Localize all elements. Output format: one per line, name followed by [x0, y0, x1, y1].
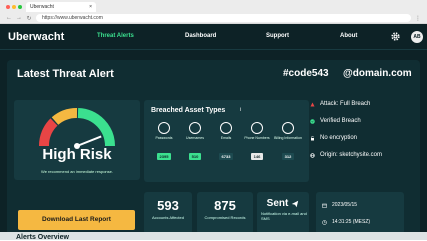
status-attack-label: Attack: Full Breach [320, 101, 371, 107]
breached-assets-card: Breached Asset Types i Passwords 2395 User… [144, 100, 309, 182]
status-encryption-label: No encryption [320, 135, 358, 141]
brand-logo[interactable]: Uberwacht [8, 31, 64, 43]
asset-item[interactable]: Usernames 510 [181, 122, 209, 163]
time-row: 14:31:25 (MESZ) [322, 219, 370, 225]
download-report-button[interactable]: Download Last Report [18, 210, 135, 230]
address-bar[interactable]: https://www.uberwacht.com [36, 14, 411, 22]
status-verified: Verified Breach [310, 118, 361, 124]
address-row: ← → ↻ https://www.uberwacht.com ⋮ [0, 12, 427, 24]
users-icon [189, 122, 201, 134]
threat-alert-panel: Latest Threat Alert #code543 @domain.com… [7, 60, 420, 238]
asset-label: Phone Numbers [244, 136, 270, 140]
globe-icon [310, 152, 315, 158]
send-icon [292, 200, 299, 207]
asset-count-badge: 2395 [156, 153, 172, 160]
browser-chrome: Uberwacht × ← → ↻ https://www.uberwacht.… [0, 0, 427, 24]
nav-support[interactable]: Support [266, 33, 289, 39]
top-nav: Uberwacht Threat Alerts Dashboard Suppor… [0, 24, 427, 50]
asset-count-badge: 510 [188, 153, 202, 160]
gauge-segment-red [38, 118, 58, 147]
assets-title: Breached Asset Types [151, 107, 226, 114]
gauge-segment-yellow [51, 108, 78, 125]
gauge-needle [76, 135, 102, 147]
status-encryption: No encryption [310, 135, 357, 141]
asset-label: Usernames [186, 136, 204, 140]
compromised-records-card: 875 Compromised Records [197, 192, 253, 234]
risk-level: High Risk [42, 146, 112, 163]
asset-count-badge: 6733 [218, 153, 234, 160]
nav-dashboard[interactable]: Dashboard [185, 33, 216, 39]
user-avatar[interactable]: AB [411, 31, 423, 43]
compromised-records-value: 875 [214, 198, 236, 213]
gear-icon[interactable] [390, 31, 401, 42]
info-icon[interactable]: i [237, 107, 244, 114]
back-icon[interactable]: ← [6, 15, 12, 21]
browser-tab-bar: Uberwacht × [0, 0, 427, 12]
sent-row: Sent [257, 198, 309, 209]
maximize-window-button[interactable] [18, 5, 22, 9]
check-icon [310, 118, 315, 124]
status-attack: Attack: Full Breach [310, 101, 370, 107]
risk-gauge-card: High Risk We recommend an immediate resp… [14, 100, 140, 180]
phone-icon [251, 122, 263, 134]
status-origin-label: Origin: sketchysite.com [320, 152, 383, 158]
alerts-overview-section: Alerts Overview [0, 232, 427, 241]
compromised-records-label: Compromised Records [204, 215, 246, 220]
close-tab-icon[interactable]: × [89, 4, 92, 10]
alert-time: 14:31:25 (MESZ) [332, 219, 371, 225]
accounts-affected-card: 593 Accounts Affected [144, 192, 192, 234]
calendar-icon [322, 203, 327, 208]
app: Uberwacht Threat Alerts Dashboard Suppor… [0, 24, 427, 241]
clock-icon [322, 219, 327, 225]
accounts-affected-value: 593 [157, 198, 179, 213]
status-origin: Origin: sketchysite.com [310, 152, 382, 158]
asset-count-badge: 312 [281, 153, 295, 160]
asset-count-badge: 146 [250, 153, 264, 160]
date-row: 2023/05/15 [322, 202, 357, 208]
alert-domain: @domain.com [343, 68, 412, 79]
panel-title: Latest Threat Alert [17, 68, 114, 80]
mail-icon [220, 122, 232, 134]
warning-icon [310, 102, 315, 106]
status-verified-label: Verified Breach [320, 118, 361, 124]
notification-label: Notification via e-mail and SMS [261, 211, 307, 221]
close-window-button[interactable] [6, 5, 10, 9]
browser-tab[interactable]: Uberwacht × [26, 2, 96, 12]
reload-icon[interactable]: ↻ [26, 15, 32, 22]
asset-label: Passwords [155, 136, 173, 140]
forward-icon[interactable]: → [16, 15, 22, 21]
notification-card: Sent Notification via e-mail and SMS [257, 192, 309, 234]
asset-label: Emails [220, 136, 232, 140]
alert-code: #code543 [283, 68, 329, 79]
key-icon [158, 122, 170, 134]
window-controls [6, 5, 22, 9]
asset-item[interactable]: Phone Numbers 146 [243, 122, 271, 163]
minimize-window-button[interactable] [12, 5, 16, 9]
browser-menu-icon[interactable]: ⋮ [415, 15, 421, 22]
asset-label: Billing Information [274, 136, 302, 140]
nav-about[interactable]: About [340, 33, 357, 39]
asset-item[interactable]: Emails 6733 [212, 122, 240, 163]
accounts-affected-label: Accounts Affected [152, 215, 184, 220]
browser-tab-title: Uberwacht [30, 4, 54, 10]
date-time-card: 2023/05/15 14:31:25 (MESZ) [316, 192, 404, 234]
risk-gauge [38, 108, 115, 149]
alert-date: 2023/05/15 [332, 202, 358, 208]
asset-item[interactable]: Billing Information 312 [274, 122, 302, 163]
no-encryption-icon [311, 135, 314, 140]
sent-value: Sent [266, 198, 289, 209]
recommendation-text: We recommend an immediate response. [41, 169, 113, 174]
nav-threat-alerts[interactable]: Threat Alerts [97, 33, 134, 39]
gauge-segment-green [77, 108, 115, 147]
billing-icon [282, 122, 294, 134]
asset-item[interactable]: Passwords 2395 [150, 122, 178, 163]
